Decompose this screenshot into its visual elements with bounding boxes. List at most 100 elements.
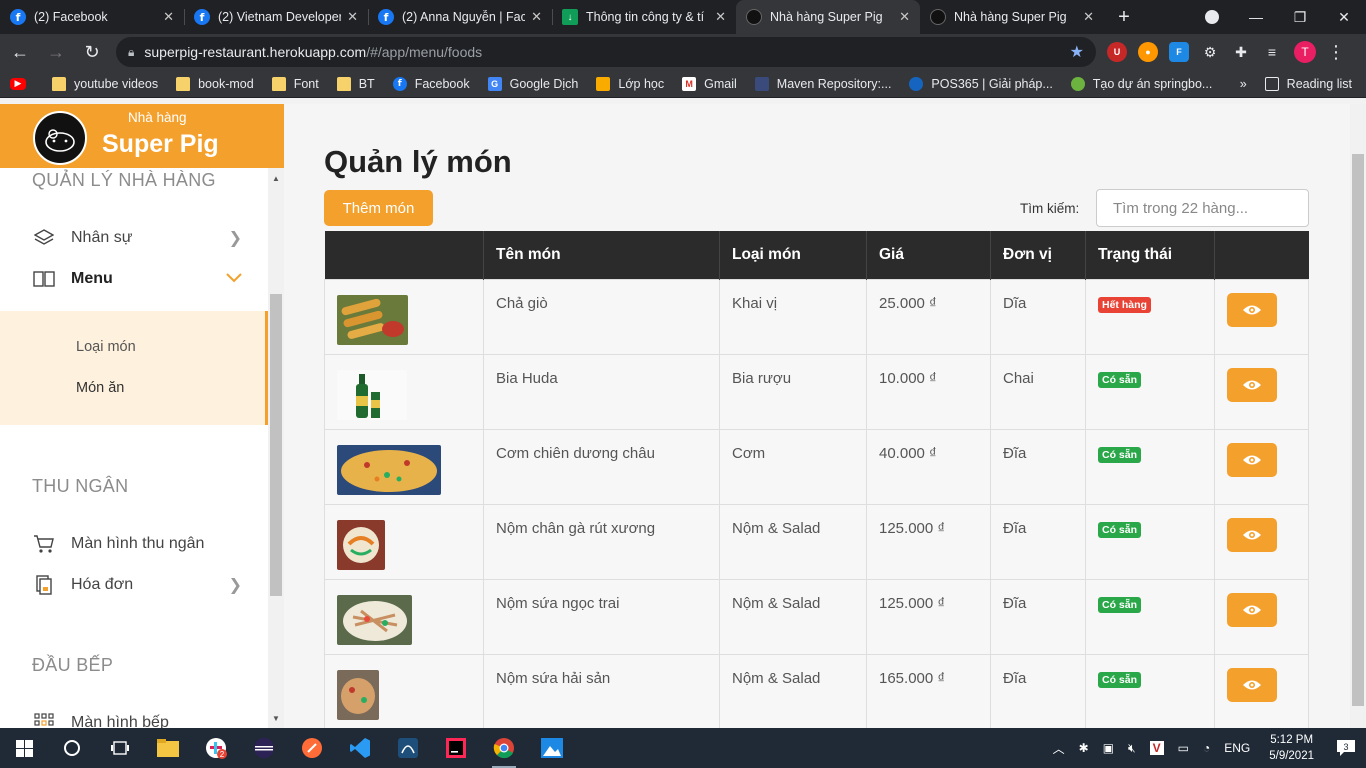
intellij-icon[interactable] [432,728,480,768]
extension-icon[interactable]: F [1169,42,1189,62]
main-content: Quản lý món Thêm món Tìm kiếm: Tên món L… [284,104,1350,728]
file-explorer-icon[interactable] [144,728,192,768]
close-window-button[interactable]: ✕ [1322,0,1366,34]
language-indicator[interactable]: ENG [1224,741,1250,755]
status-cell: Có sẵn [1085,353,1215,430]
view-button[interactable] [1227,442,1277,477]
more-bookmarks-button[interactable]: » [1240,77,1247,91]
browser-tab[interactable]: f (2) Facebook ✕ [0,0,184,34]
eclipse-icon[interactable] [240,728,288,768]
bookmark-item[interactable]: f Facebook [392,76,470,91]
close-icon[interactable]: ✕ [1083,9,1094,25]
extension-icon[interactable]: U [1107,42,1127,62]
menu-icon[interactable]: ⋮ [1320,36,1352,68]
bookmark-item[interactable]: BT [336,76,375,91]
vscode-icon[interactable] [336,728,384,768]
view-button[interactable] [1227,667,1277,702]
close-icon[interactable]: ✕ [899,9,910,25]
tab-search-button[interactable] [1190,0,1234,34]
task-view-icon[interactable] [96,728,144,768]
bookmark-item[interactable]: Lớp học [596,76,664,91]
profile-avatar[interactable]: T [1294,41,1316,63]
browser-tab-active[interactable]: Nhà hàng Super Pig ✕ [736,0,920,34]
reading-list-button[interactable]: Reading list [1264,76,1352,91]
chevron-up-icon[interactable]: ︿ [1053,740,1065,757]
main-scrollbar-thumb[interactable] [1352,154,1364,706]
sidebar-item-menu[interactable]: Menu [32,264,242,294]
camera-icon[interactable]: ▣ [1103,741,1114,755]
extension-icon[interactable]: ● [1138,42,1158,62]
slack-icon[interactable]: 2 [192,728,240,768]
add-food-button[interactable]: Thêm món [324,190,433,226]
vivaldi-icon[interactable]: V [1149,741,1164,755]
mysql-workbench-icon[interactable] [384,728,432,768]
view-button[interactable] [1227,292,1277,327]
bookmark-item[interactable]: book-mod [176,76,254,91]
browser-tab[interactable]: f (2) Anna Nguyễn | Face ✕ [368,0,552,34]
bookmark-label: youtube videos [74,76,159,91]
forward-button[interactable]: → [40,36,72,68]
sidebar-item-kitchen[interactable]: Màn hình bếp [32,708,242,728]
search-input[interactable] [1096,189,1309,227]
windows-start-icon[interactable] [0,728,48,768]
bookmark-item[interactable]: Font [271,76,319,91]
scroll-up-arrow-icon[interactable]: ▲ [270,174,282,183]
media-icon[interactable]: ≡ [1262,42,1282,62]
table-row: Bia Huda Bia rượu 10.000 ₫ Chai Có sẵn [324,353,1309,430]
close-icon[interactable]: ✕ [163,9,174,25]
brand-header[interactable]: Nhà hàng Super Pig [0,104,284,168]
close-icon[interactable]: ✕ [347,9,358,25]
postman-icon[interactable] [288,728,336,768]
sidebar-item-cashier-screen[interactable]: Màn hình thu ngân [32,529,242,559]
browser-tab[interactable]: ↓ Thông tin công ty & tí ✕ [552,0,736,34]
browser-tab[interactable]: Nhà hàng Super Pig ✕ [920,0,1104,34]
scroll-down-arrow-icon[interactable]: ▼ [270,714,282,723]
close-icon[interactable]: ✕ [531,9,542,25]
battery-icon[interactable]: ▭ [1178,741,1189,755]
column-header-category[interactable]: Loại món [719,231,867,279]
column-header-price[interactable]: Giá [866,231,991,279]
column-header-name[interactable]: Tên món [483,231,720,279]
notifications-icon[interactable]: 3 [1333,737,1359,759]
new-tab-button[interactable]: + [1104,0,1144,34]
address-bar[interactable]: 🔒︎ superpig-restaurant.herokuapp.com/#/a… [116,37,1096,67]
bookmark-item[interactable]: G Google Dịch [487,76,578,91]
clock[interactable]: 5:12 PM 5/9/2021 [1269,732,1314,764]
bookmark-star-icon[interactable]: ★ [1070,42,1084,62]
sidebar-subitem-categories[interactable]: Loại món [76,339,136,355]
bookmark-item[interactable]: ▶ [10,77,34,90]
back-button[interactable]: ← [4,36,36,68]
close-icon[interactable]: ✕ [715,9,726,25]
column-header-status[interactable]: Trạng thái [1085,231,1215,279]
puzzle-icon[interactable]: ✚ [1231,42,1251,62]
volume-muted-icon[interactable]: 🔇︎ [1128,741,1136,756]
reload-button[interactable]: ↻ [76,36,108,68]
bookmark-item[interactable]: POS365 | Giải pháp... [909,76,1053,91]
search-icon[interactable] [48,728,96,768]
view-button[interactable] [1227,517,1277,552]
sidebar-scrollbar-thumb[interactable] [270,294,282,596]
restore-button[interactable]: ❐ [1278,0,1322,34]
bookmark-item[interactable]: Tạo dự án springbo... [1070,76,1212,91]
sidebar-item-invoice[interactable]: Hóa đơn ❯ [32,570,242,600]
sidebar-subitem-foods[interactable]: Món ăn [76,380,124,396]
url-host: superpig-restaurant.herokuapp.com [144,44,367,60]
browser-tab[interactable]: f (2) Vietnam Developer ✕ [184,0,368,34]
column-header-unit[interactable]: Đơn vị [990,231,1086,279]
slack-tray-icon[interactable]: ✱ [1079,741,1089,755]
food-image-seafood-salad [337,669,379,720]
view-button[interactable] [1227,592,1277,627]
view-button[interactable] [1227,367,1277,402]
main-scrollbar[interactable] [1350,104,1366,728]
bookmark-item[interactable]: M Gmail [682,76,737,91]
food-thumbnail-cell [324,503,484,580]
wifi-icon[interactable]: ◔ [1203,741,1210,755]
bookmark-item[interactable]: Maven Repository:... [754,76,891,91]
food-price: 165.000 ₫ [866,653,991,728]
minimize-button[interactable]: — [1234,0,1278,34]
bookmark-item[interactable]: youtube videos [52,76,159,91]
sidebar-item-staff[interactable]: Nhân sự ❯ [32,223,242,253]
photos-icon[interactable] [528,728,576,768]
gear-icon[interactable]: ⚙ [1200,42,1220,62]
chrome-icon[interactable] [480,728,528,768]
